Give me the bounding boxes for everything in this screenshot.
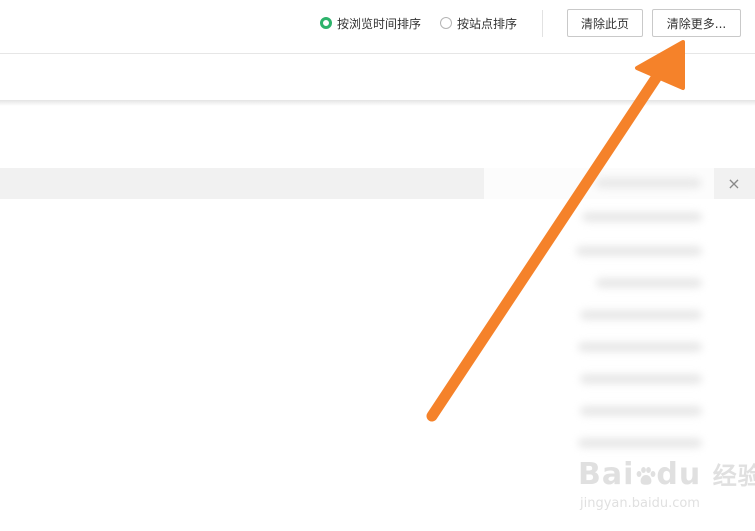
paw-icon — [637, 467, 656, 485]
clear-this-page-button[interactable]: 清除此页 — [567, 9, 643, 37]
baidu-jingyan-watermark: Bai du 经验 jingyan.baidu.com — [578, 456, 755, 524]
watermark-brand: Bai du 经验 — [578, 456, 755, 492]
sort-by-site-radio[interactable]: 按站点排序 — [440, 14, 517, 32]
watermark-url: jingyan.baidu.com — [580, 496, 700, 511]
blurred-list-item — [580, 374, 702, 384]
toolbar-divider — [542, 10, 543, 37]
blurred-list-item — [580, 310, 702, 320]
blurred-list-item — [580, 406, 702, 416]
sort-by-time-radio[interactable]: 按浏览时间排序 — [320, 14, 421, 32]
watermark-brand-cn: 经验 — [712, 462, 755, 490]
blurred-list-item — [578, 438, 702, 448]
blurred-list-item — [582, 212, 702, 222]
sort-by-time-label: 按浏览时间排序 — [337, 16, 422, 31]
blurred-list-item — [596, 278, 702, 288]
header-shadow — [0, 100, 755, 106]
watermark-brand-right: du — [656, 457, 702, 492]
close-icon[interactable]: × — [725, 175, 743, 193]
watermark-brand-left: Bai — [578, 457, 635, 492]
sub-header-bar — [0, 54, 755, 100]
radio-unchecked-icon — [440, 17, 452, 29]
blurred-list-item — [596, 178, 701, 188]
blurred-history-list — [484, 152, 714, 492]
sort-by-site-label: 按站点排序 — [457, 16, 518, 31]
blurred-list-item — [578, 342, 702, 352]
clear-more-button[interactable]: 清除更多... — [652, 9, 741, 37]
radio-checked-icon — [320, 17, 332, 29]
blurred-list-item — [576, 246, 702, 256]
history-toolbar: 按浏览时间排序 按站点排序 清除此页 清除更多... — [0, 0, 755, 54]
